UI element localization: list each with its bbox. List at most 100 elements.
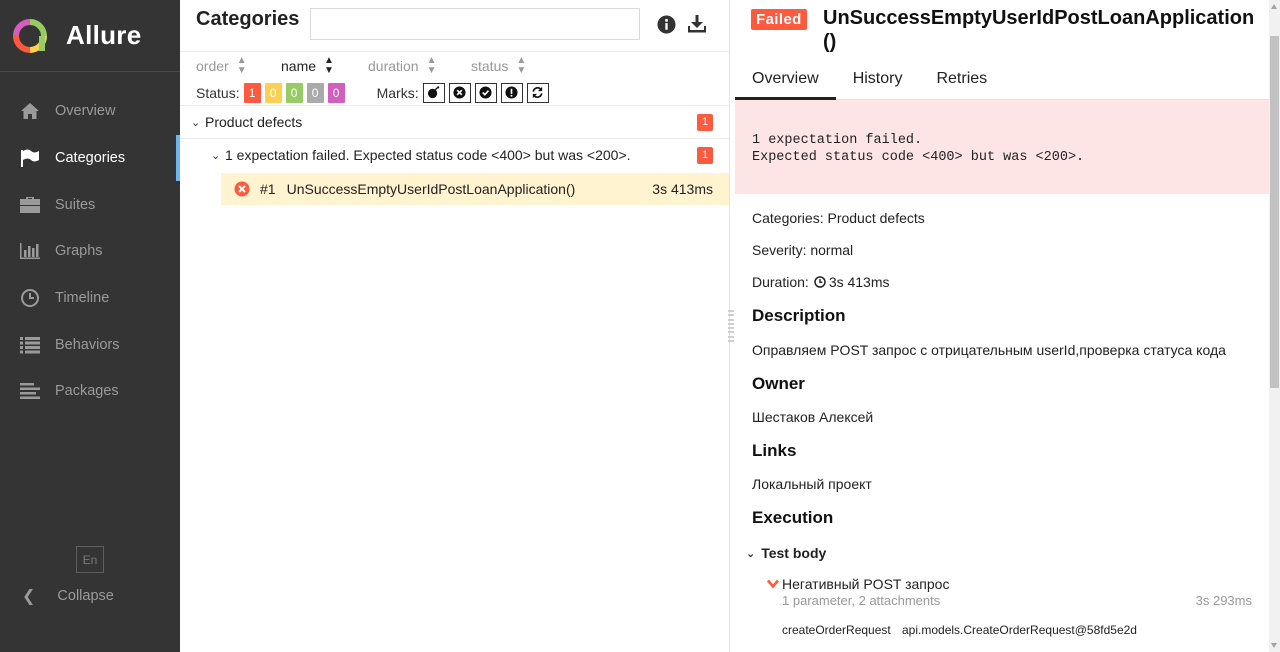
step-meta: 1 parameter, 2 attachments	[782, 593, 941, 608]
test-title: UnSuccessEmptyUserIdPostLoanApplication(…	[823, 7, 1255, 53]
marks-filter-label: Marks:	[376, 84, 419, 101]
scroll-down-arrow-icon[interactable]	[1271, 643, 1277, 648]
sidebar-item-overview[interactable]: Overview	[0, 88, 180, 135]
exclamation-circle-icon	[505, 86, 518, 99]
flaky-mark-toggle[interactable]	[448, 82, 471, 103]
sidebar-item-label: Behaviors	[55, 336, 120, 353]
duration-label: Duration:	[752, 274, 809, 290]
status-filter-label: Status:	[196, 84, 240, 101]
chevron-down-icon: ⌄	[191, 116, 201, 129]
group-node[interactable]: ⌄ 1 expectation failed. Expected status …	[180, 139, 729, 171]
test-index: #1	[260, 181, 276, 197]
briefcase-icon	[19, 195, 41, 215]
clock-icon	[19, 288, 41, 308]
sidebar-item-label: Timeline	[55, 290, 110, 307]
language-button[interactable]: En	[76, 546, 104, 573]
test-details-pane: Failed UnSuccessEmptyUserIdPostLoanAppli…	[735, 0, 1269, 652]
sort-status[interactable]: status ▲ ▼	[471, 56, 526, 76]
new-mark-toggle[interactable]	[474, 82, 497, 103]
align-left-icon	[19, 381, 41, 401]
info-icon[interactable]	[656, 14, 676, 34]
category-node[interactable]: ⌄ Product defects 1	[180, 106, 729, 139]
categories-line: Categories: Product defects	[752, 210, 925, 226]
chevron-down-icon	[767, 579, 779, 589]
known-issue-mark-toggle[interactable]	[500, 82, 523, 103]
status-broken-toggle[interactable]: 0	[264, 82, 282, 103]
sort-icon: ▲ ▼	[236, 55, 247, 76]
bomb-icon	[428, 86, 440, 99]
app-name: Allure	[66, 20, 142, 50]
sidebar-item-categories[interactable]: Categories	[0, 134, 180, 182]
project-link[interactable]: Локальный проект	[752, 476, 872, 492]
error-message: 1 expectation failed. Expected status co…	[735, 100, 1269, 194]
status-unknown-toggle[interactable]: 0	[327, 82, 345, 103]
group-count-badge: 1	[697, 146, 713, 164]
collapse-button[interactable]: ❮ Collapse	[22, 586, 114, 606]
owner-text: Шестаков Алексей	[752, 409, 874, 425]
sidebar-item-label: Suites	[55, 196, 96, 213]
flag-icon	[19, 148, 41, 168]
page-title: Categories	[196, 8, 300, 30]
group-label: 1 expectation failed. Expected status co…	[225, 147, 631, 163]
sidebar-item-label: Categories	[55, 150, 126, 167]
download-icon[interactable]	[687, 14, 707, 34]
sidebar-item-label: Packages	[55, 383, 119, 400]
collapse-label: Collapse	[57, 588, 114, 604]
tab-history[interactable]: History	[836, 60, 920, 100]
severity-line: Severity: normal	[752, 242, 854, 258]
test-name: UnSuccessEmptyUserIdPostLoanApplication(…	[286, 181, 576, 197]
tab-overview[interactable]: Overview	[735, 60, 836, 100]
status-passed-toggle[interactable]: 0	[285, 82, 303, 103]
allure-logo-icon	[13, 18, 47, 53]
home-icon	[19, 101, 41, 121]
sort-bar: order ▲ ▼ name ▲ ▼ duration ▲ ▼ status ▲ ▼	[180, 52, 729, 80]
sidebar-item-packages[interactable]: Packages	[0, 368, 180, 415]
test-body-toggle[interactable]: ⌄ Test body	[746, 545, 826, 561]
description-heading: Description	[752, 306, 846, 325]
sort-duration[interactable]: duration ▲ ▼	[368, 56, 471, 76]
sidebar-item-timeline[interactable]: Timeline	[0, 275, 180, 322]
retries-mark-toggle[interactable]	[526, 82, 549, 103]
sidebar-nav: Overview Categories Suites Graphs Timeli…	[0, 88, 180, 415]
sidebar-item-behaviors[interactable]: Behaviors	[0, 321, 180, 368]
categories-pane: Categories order ▲ ▼ name ▲ ▼ duration ▲ ▼ sta…	[180, 0, 730, 652]
owner-heading: Owner	[752, 374, 805, 393]
filter-bar: Status: 1 0 0 0 0 Marks:	[180, 80, 729, 106]
sidebar-item-suites[interactable]: Suites	[0, 181, 180, 228]
check-circle-icon	[479, 86, 492, 99]
duration-value: 3s 413ms	[828, 274, 890, 290]
description-text: Оправляем POST запрос с отрицательным us…	[752, 342, 1226, 358]
sidebar-item-graphs[interactable]: Graphs	[0, 228, 180, 275]
sidebar-item-label: Graphs	[55, 243, 103, 260]
sidebar-item-label: Overview	[55, 103, 116, 120]
times-circle-icon	[453, 86, 466, 99]
brand[interactable]: Allure	[0, 0, 180, 72]
chevron-down-icon: ⌄	[211, 149, 221, 162]
pane-splitter[interactable]	[728, 310, 734, 342]
duration-line: Duration: 3s 413ms	[752, 274, 890, 290]
scroll-up-arrow-icon[interactable]	[1271, 4, 1277, 9]
tab-retries[interactable]: Retries	[919, 60, 1004, 100]
status-badge: Failed	[751, 9, 807, 30]
search-input[interactable]	[310, 8, 640, 40]
param-value: api.models.CreateOrderRequest@58fd5e2d	[902, 623, 1137, 637]
category-label: Product defects	[205, 114, 303, 130]
failed-status-icon	[234, 181, 250, 197]
step-row[interactable]: Негативный POST запрос	[767, 576, 949, 592]
status-skipped-toggle[interactable]: 0	[306, 82, 324, 103]
sort-order[interactable]: order ▲ ▼	[196, 56, 281, 76]
test-duration: 3s 413ms	[652, 181, 713, 197]
details-tabs: Overview History Retries	[735, 60, 1269, 100]
clock-icon	[814, 276, 826, 288]
details-scrollbar[interactable]	[1269, 0, 1280, 652]
refresh-icon	[532, 86, 543, 99]
bomb-mark-toggle[interactable]	[422, 82, 445, 103]
scrollbar-thumb[interactable]	[1270, 36, 1279, 388]
status-failed-toggle[interactable]: 1	[243, 82, 261, 103]
sort-name[interactable]: name ▲ ▼	[281, 56, 368, 76]
chevron-down-icon: ⌄	[746, 547, 756, 560]
sort-icon: ▲ ▼	[426, 55, 437, 76]
pane-header: Categories	[180, 0, 729, 52]
param-name: createOrderRequest	[782, 623, 891, 637]
test-row[interactable]: #1 UnSuccessEmptyUserIdPostLoanApplicati…	[221, 173, 729, 205]
